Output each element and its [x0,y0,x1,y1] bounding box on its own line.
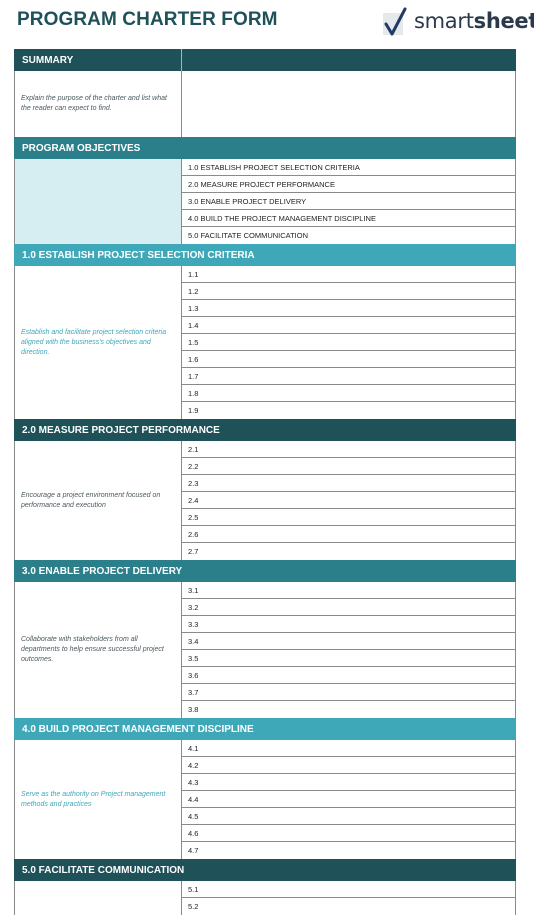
section-body: Serve as the authority on Project manage… [14,740,516,859]
section-row[interactable]: 4.5 [182,808,515,825]
section-row[interactable]: 1.6 [182,351,515,368]
section-row[interactable]: 2.5 [182,509,515,526]
section-row[interactable]: 3.3 [182,616,515,633]
section-row[interactable]: 3.8 [182,701,515,718]
section-body: 5.1 5.2 [14,881,516,915]
section-row[interactable]: 3.4 [182,633,515,650]
objective-item[interactable]: 2.0 MEASURE PROJECT PERFORMANCE [182,176,515,193]
section-row[interactable]: 1.4 [182,317,515,334]
section-row[interactable]: 4.7 [182,842,515,859]
section-row[interactable]: 1.7 [182,368,515,385]
section-row[interactable]: 2.7 [182,543,515,560]
smartsheet-logo: smartsheet [383,4,534,38]
section-row[interactable]: 3.2 [182,599,515,616]
summary-input[interactable] [182,71,515,137]
charter-table: SUMMARY Explain the purpose of the chart… [14,49,516,915]
section-header: 4.0 BUILD PROJECT MANAGEMENT DISCIPLINE [14,718,516,740]
section-row[interactable]: 3.6 [182,667,515,684]
checkmark-icon [383,7,409,36]
section-row[interactable]: 4.1 [182,740,515,757]
section-row[interactable]: 2.2 [182,458,515,475]
objectives-header: PROGRAM OBJECTIVES [14,137,516,159]
section-row[interactable]: 2.3 [182,475,515,492]
section-row[interactable]: 4.3 [182,774,515,791]
section-header: 2.0 MEASURE PROJECT PERFORMANCE [14,419,516,441]
section-row[interactable]: 2.6 [182,526,515,543]
objectives-section: 1.0 ESTABLISH PROJECT SELECTION CRITERIA… [14,159,516,244]
objective-item[interactable]: 3.0 ENABLE PROJECT DELIVERY [182,193,515,210]
objective-item[interactable]: 4.0 BUILD THE PROJECT MANAGEMENT DISCIPL… [182,210,515,227]
objectives-label-cell [15,159,182,244]
section-row[interactable]: 3.5 [182,650,515,667]
section-row[interactable]: 1.8 [182,385,515,402]
section-row[interactable]: 2.1 [182,441,515,458]
section-row[interactable]: 4.6 [182,825,515,842]
summary-header: SUMMARY [14,49,516,71]
section-body: Collaborate with stakeholders from all d… [14,582,516,718]
section-row[interactable]: 1.1 [182,266,515,283]
section-description: Encourage a project environment focused … [15,441,182,560]
section-header: 1.0 ESTABLISH PROJECT SELECTION CRITERIA [14,244,516,266]
section-description [15,881,182,915]
section-row[interactable]: 3.7 [182,684,515,701]
section-row[interactable]: 5.1 [182,881,515,898]
section-body: Establish and facilitate project selecti… [14,266,516,419]
page-title: PROGRAM CHARTER FORM [17,9,278,30]
section-row[interactable]: 5.2 [182,898,515,915]
section-row[interactable]: 1.9 [182,402,515,419]
section-row[interactable]: 4.4 [182,791,515,808]
section-header: 5.0 FACILITATE COMMUNICATION [14,859,516,881]
section-body: Encourage a project environment focused … [14,441,516,560]
objective-item[interactable]: 1.0 ESTABLISH PROJECT SELECTION CRITERIA [182,159,515,176]
section-row[interactable]: 4.2 [182,757,515,774]
summary-section: Explain the purpose of the charter and l… [14,71,516,137]
logo-text: smartsheet [414,9,534,33]
section-row[interactable]: 1.2 [182,283,515,300]
section-row[interactable]: 3.1 [182,582,515,599]
summary-description: Explain the purpose of the charter and l… [15,71,182,137]
section-header: 3.0 ENABLE PROJECT DELIVERY [14,560,516,582]
section-row[interactable]: 1.5 [182,334,515,351]
section-description: Collaborate with stakeholders from all d… [15,582,182,718]
section-row[interactable]: 2.4 [182,492,515,509]
section-description: Establish and facilitate project selecti… [15,266,182,419]
objective-item[interactable]: 5.0 FACILITATE COMMUNICATION [182,227,515,244]
section-row[interactable]: 1.3 [182,300,515,317]
section-description: Serve as the authority on Project manage… [15,740,182,859]
